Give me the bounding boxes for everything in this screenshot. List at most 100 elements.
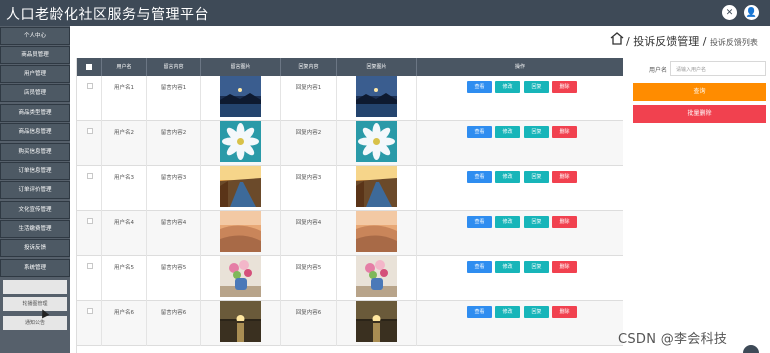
sidebar-item-product-info[interactable]: 商品信息管理 — [0, 123, 70, 141]
edit-button[interactable]: 修改 — [495, 216, 520, 228]
edit-button[interactable]: 修改 — [495, 126, 520, 138]
reply-image-cell — [337, 301, 417, 346]
row-checkbox[interactable] — [87, 83, 93, 89]
row-select-cell — [77, 121, 102, 166]
breadcrumb-page: 投诉反馈列表 — [709, 38, 758, 47]
view-button[interactable]: 查看 — [467, 216, 492, 228]
sidebar-item-order-review[interactable]: 订单评价管理 — [0, 181, 70, 199]
view-button[interactable]: 查看 — [467, 171, 492, 183]
header-select-all[interactable] — [77, 58, 102, 76]
header-reply-image: 回复图片 — [337, 58, 417, 76]
message-image[interactable] — [220, 301, 261, 342]
sidebar-subitem-carousel[interactable]: 轮播图管理 — [3, 297, 67, 311]
message-image-cell — [201, 301, 281, 346]
reply-image-cell — [337, 166, 417, 211]
row-checkbox[interactable] — [87, 263, 93, 269]
reply-image[interactable] — [356, 76, 397, 117]
edit-button[interactable]: 修改 — [495, 171, 520, 183]
row-checkbox[interactable] — [87, 308, 93, 314]
breadcrumb-separator: / — [702, 35, 707, 48]
reply-image[interactable] — [356, 211, 397, 252]
sidebar-item-culture[interactable]: 文化宣传管理 — [0, 201, 70, 219]
header-reply: 回复内容 — [281, 58, 337, 76]
delete-button[interactable]: 删除 — [552, 306, 577, 318]
delete-button[interactable]: 删除 — [552, 171, 577, 183]
message-image-cell — [201, 256, 281, 301]
actions-cell: 查看 修改 回复 删除 — [417, 211, 623, 256]
user-icon[interactable]: 👤 — [744, 5, 759, 20]
breadcrumb-separator: / — [626, 35, 630, 48]
sidebar-item-payments[interactable]: 生活缴费管理 — [0, 220, 70, 238]
reply-image-cell — [337, 256, 417, 301]
sidebar-item-clerks[interactable]: 店员管理 — [0, 84, 70, 102]
breadcrumb-current[interactable]: 投诉反馈管理 — [633, 35, 699, 48]
sidebar-item-system[interactable]: 系统管理 — [0, 259, 70, 277]
reply-button[interactable]: 回复 — [524, 171, 549, 183]
reply-button[interactable]: 回复 — [524, 126, 549, 138]
row-select-cell — [77, 211, 102, 256]
sidebar-item-product-staff[interactable]: 商品员管理 — [0, 46, 70, 64]
sidebar-item-product-types[interactable]: 商品类型管理 — [0, 104, 70, 122]
view-button[interactable]: 查看 — [467, 261, 492, 273]
reply-image[interactable] — [356, 301, 397, 342]
sidebar-item-complaints[interactable]: 投诉反馈 — [0, 239, 70, 257]
query-button[interactable]: 查询 — [633, 83, 766, 101]
delete-button[interactable]: 删除 — [552, 81, 577, 93]
reply-image-cell — [337, 121, 417, 166]
table-row: 用户名3 留言内容3 回复内容3 查看 修改 回复 删除 — [77, 166, 623, 211]
delete-button[interactable]: 删除 — [552, 216, 577, 228]
scroll-top-icon[interactable] — [743, 345, 759, 353]
username-cell: 用户名1 — [102, 76, 147, 121]
row-select-cell — [77, 166, 102, 211]
delete-button[interactable]: 删除 — [552, 261, 577, 273]
reply-image-cell — [337, 211, 417, 256]
reply-button[interactable]: 回复 — [524, 216, 549, 228]
view-button[interactable]: 查看 — [467, 126, 492, 138]
complaint-table: 用户名 留言内容 留言图片 回复内容 回复图片 操作 用户名1 留言内容1 回复内容… — [76, 58, 623, 353]
reply-image[interactable] — [356, 121, 397, 162]
username-cell: 用户名2 — [102, 121, 147, 166]
message-image[interactable] — [220, 256, 261, 297]
reply-image[interactable] — [356, 166, 397, 207]
sidebar-item-purchase-info[interactable]: 购买信息管理 — [0, 143, 70, 161]
view-button[interactable]: 查看 — [467, 306, 492, 318]
username-cell: 用户名6 — [102, 301, 147, 346]
view-button[interactable]: 查看 — [467, 81, 492, 93]
sidebar-subitem-blank[interactable] — [3, 280, 67, 294]
sidebar-subitem-notices[interactable]: 通知公告 — [3, 316, 67, 330]
reply-cell: 回复内容5 — [281, 256, 337, 301]
reply-button[interactable]: 回复 — [524, 306, 549, 318]
row-select-cell — [77, 301, 102, 346]
reply-image-cell — [337, 76, 417, 121]
edit-button[interactable]: 修改 — [495, 261, 520, 273]
message-image[interactable] — [220, 166, 261, 207]
sidebar-item-personal-center[interactable]: 个人中心 — [0, 27, 70, 45]
breadcrumb: / 投诉反馈管理 / 投诉反馈列表 — [626, 33, 758, 49]
sidebar-item-users[interactable]: 用户管理 — [0, 65, 70, 83]
edit-button[interactable]: 修改 — [495, 81, 520, 93]
reply-button[interactable]: 回复 — [524, 81, 549, 93]
message-cell: 留言内容3 — [147, 166, 201, 211]
edit-button[interactable]: 修改 — [495, 306, 520, 318]
row-checkbox[interactable] — [87, 128, 93, 134]
sidebar: 个人中心 商品员管理 用户管理 店员管理 商品类型管理 商品信息管理 购买信息管… — [0, 26, 70, 353]
message-image[interactable] — [220, 76, 261, 117]
reply-cell: 回复内容3 — [281, 166, 337, 211]
home-icon[interactable] — [610, 32, 624, 45]
watermark: CSDN @李会科技 — [618, 332, 728, 347]
reply-button[interactable]: 回复 — [524, 261, 549, 273]
message-image[interactable] — [220, 121, 261, 162]
delete-button[interactable]: 删除 — [552, 126, 577, 138]
batch-delete-button[interactable]: 批量删除 — [633, 105, 766, 123]
table-row: 用户名4 留言内容4 回复内容4 查看 修改 回复 删除 — [77, 211, 623, 256]
header-message: 留言内容 — [147, 58, 201, 76]
message-image[interactable] — [220, 211, 261, 252]
sidebar-item-order-info[interactable]: 订单信息管理 — [0, 162, 70, 180]
close-icon[interactable]: ✕ — [722, 5, 737, 20]
message-cell: 留言内容6 — [147, 301, 201, 346]
row-checkbox[interactable] — [87, 173, 93, 179]
reply-image[interactable] — [356, 256, 397, 297]
row-checkbox[interactable] — [87, 218, 93, 224]
search-input[interactable]: 请输入用户名 — [670, 61, 766, 76]
header-message-image: 留言图片 — [201, 58, 281, 76]
